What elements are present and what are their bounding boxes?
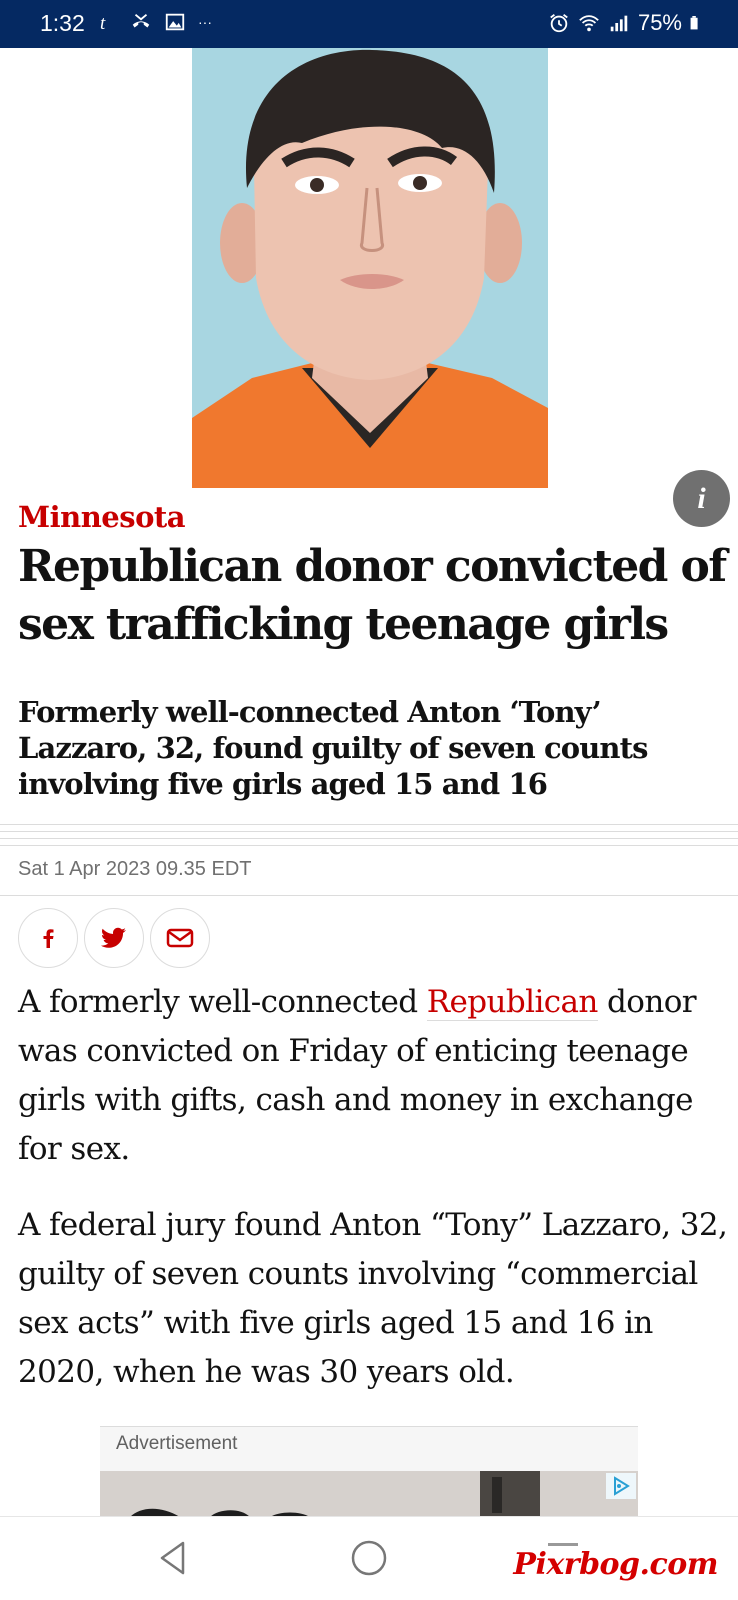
more-notifications: ··· [198,14,212,30]
article-standfirst: Formerly well-connected Anton ‘Tony’ Laz… [18,695,648,801]
share-email-button[interactable] [150,908,210,968]
image-info-button[interactable]: i [673,470,730,527]
svg-text:t: t [100,13,106,34]
ad-graphic [100,1471,638,1517]
ad-choices-button[interactable] [606,1473,636,1499]
article-dateline: Sat 1 Apr 2023 09.35 EDT [18,858,252,880]
notification-icons: t ··· [96,10,212,34]
email-icon [166,928,194,948]
hero-image-area: i [0,48,738,527]
ad-label: Advertisement [116,1433,238,1454]
republican-link[interactable]: Republican [426,984,598,1021]
twitter-icon [100,927,126,948]
battery-icon [690,16,698,30]
wifi-icon [579,15,599,32]
article-paragraph-2: A federal jury found Anton “Tony” Lazzar… [18,1207,728,1390]
paragraph-text: A formerly well-connected [18,984,427,1020]
mugshot-illustration [192,48,548,488]
alarm-icon [550,14,568,33]
share-twitter-button[interactable] [84,908,144,968]
missed-call-icon [132,13,150,28]
system-nav-bar: Pixrbog.com [0,1516,738,1600]
advertisement[interactable]: Advertisement [100,1426,638,1517]
gallery-icon [165,13,185,31]
back-button[interactable] [150,1535,196,1581]
status-bar: 1:32 t ··· 75% [0,0,738,48]
share-facebook-button[interactable] [18,908,78,968]
status-time: 1:32 [40,10,85,36]
info-icon: i [697,481,706,515]
section-kicker[interactable]: Minnesota [18,500,186,534]
article-paragraph-1: A formerly well-connected Republican don… [18,978,728,1174]
home-button[interactable] [346,1535,392,1581]
battery-percent: 75% [637,10,682,35]
share-bar [18,908,210,968]
tumblr-icon: t [100,13,106,34]
watermark-text: Pixrbog.com [513,1547,718,1582]
article-headline: Republican donor convicted of sex traffi… [18,541,727,650]
facebook-icon [43,929,54,948]
back-icon [160,1541,185,1575]
article-photo[interactable] [192,48,548,488]
divider-rules [0,824,738,848]
system-icons: 75% [548,10,704,36]
divider [0,895,738,896]
home-icon [351,1540,387,1576]
adchoices-icon [614,1476,630,1496]
ad-image[interactable] [100,1471,638,1517]
signal-icon [610,15,628,32]
